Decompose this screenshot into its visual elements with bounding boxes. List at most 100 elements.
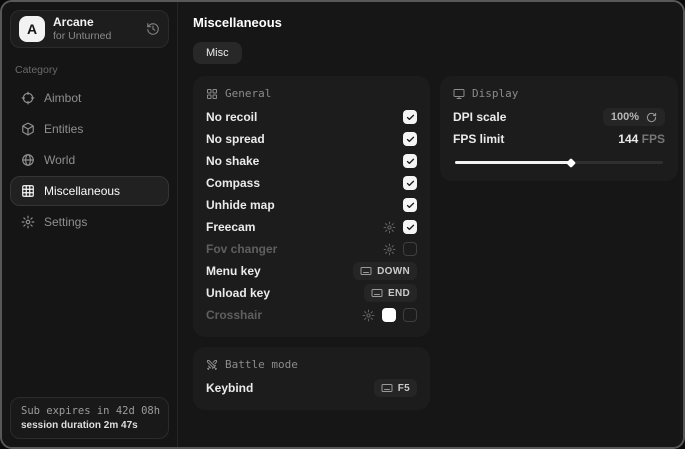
- sidebar-item-label: Aimbot: [44, 91, 81, 105]
- crosshair-icon: [21, 91, 35, 105]
- setting-row-fps-limit: FPS limit 144 FPS: [453, 128, 665, 150]
- unload-key-binding[interactable]: END: [364, 284, 417, 302]
- brand-card: A Arcane for Unturned: [10, 10, 169, 48]
- check-icon: [406, 113, 415, 122]
- layout-grid-icon: [206, 88, 218, 100]
- keyboard-icon: [381, 382, 393, 394]
- fps-slider-thumb[interactable]: [567, 158, 577, 168]
- setting-row-crosshair: Crosshair: [206, 304, 417, 326]
- setting-label: No shake: [206, 154, 259, 168]
- freecam-gear-icon[interactable]: [383, 221, 396, 234]
- display-card: Display DPI scale 100% FPS limit 144 FPS: [440, 76, 678, 181]
- key-label: END: [388, 288, 410, 299]
- menu-key-binding[interactable]: DOWN: [353, 262, 417, 280]
- sidebar-item-miscellaneous[interactable]: Miscellaneous: [10, 176, 169, 206]
- content-area: General No recoil No spread No shake: [193, 76, 678, 410]
- setting-row-no-spread: No spread: [206, 128, 417, 150]
- setting-label: Keybind: [206, 381, 253, 395]
- setting-label: Unhide map: [206, 198, 275, 212]
- category-label: Category: [15, 64, 164, 76]
- battle-mode-card: Battle mode Keybind F5: [193, 347, 430, 410]
- fps-limit-slider[interactable]: [455, 161, 663, 164]
- fps-number: 144: [618, 132, 638, 146]
- fov-changer-checkbox[interactable]: [403, 242, 417, 256]
- session-duration-text: session duration 2m 47s: [21, 420, 158, 431]
- sidebar-item-label: Entities: [44, 122, 83, 136]
- sidebar-nav: Aimbot Entities World Miscellaneous: [10, 83, 169, 237]
- check-icon: [406, 201, 415, 210]
- setting-row-no-recoil: No recoil: [206, 106, 417, 128]
- gear-icon: [21, 215, 35, 229]
- fov-changer-gear-icon[interactable]: [383, 243, 396, 256]
- reset-icon[interactable]: [646, 112, 657, 123]
- tab-bar: Misc: [193, 42, 678, 64]
- left-column: General No recoil No spread No shake: [193, 76, 430, 410]
- setting-label: No spread: [206, 132, 265, 146]
- setting-row-dpi-scale: DPI scale 100%: [453, 106, 665, 128]
- unhide-map-checkbox[interactable]: [403, 198, 417, 212]
- sidebar-item-world[interactable]: World: [10, 145, 169, 175]
- dpi-scale-value: 100%: [611, 111, 639, 123]
- display-card-header: Display: [453, 87, 665, 100]
- swords-icon: [206, 359, 218, 371]
- sidebar-item-label: Miscellaneous: [44, 184, 120, 198]
- no-spread-checkbox[interactable]: [403, 132, 417, 146]
- setting-row-menu-key: Menu key DOWN: [206, 260, 417, 282]
- setting-label: No recoil: [206, 110, 257, 124]
- monitor-icon: [453, 88, 465, 100]
- keyboard-icon: [371, 287, 383, 299]
- history-icon[interactable]: [146, 22, 160, 36]
- check-icon: [406, 135, 415, 144]
- setting-label: Menu key: [206, 264, 261, 278]
- setting-label: FPS limit: [453, 132, 504, 146]
- check-icon: [406, 223, 415, 232]
- right-column: Display DPI scale 100% FPS limit 144 FPS: [440, 76, 678, 181]
- no-shake-checkbox[interactable]: [403, 154, 417, 168]
- compass-checkbox[interactable]: [403, 176, 417, 190]
- sidebar-item-entities[interactable]: Entities: [10, 114, 169, 144]
- sidebar-item-label: World: [44, 153, 75, 167]
- tab-misc[interactable]: Misc: [193, 42, 242, 64]
- crosshair-gear-icon[interactable]: [362, 309, 375, 322]
- battle-mode-key-binding[interactable]: F5: [374, 379, 417, 397]
- crosshair-color-swatch[interactable]: [382, 308, 396, 322]
- setting-label: DPI scale: [453, 110, 506, 124]
- battle-mode-card-header: Battle mode: [206, 358, 417, 371]
- general-card-title: General: [225, 87, 271, 100]
- check-icon: [406, 157, 415, 166]
- key-label: DOWN: [377, 266, 410, 277]
- fps-unit: FPS: [642, 132, 665, 146]
- avatar: A: [19, 16, 45, 42]
- brand-text: Arcane for Unturned: [53, 16, 111, 42]
- grid-icon: [21, 184, 35, 198]
- setting-label: Compass: [206, 176, 260, 190]
- main-panel: Miscellaneous Misc General No recoil: [178, 2, 685, 447]
- setting-row-freecam: Freecam: [206, 216, 417, 238]
- display-card-title: Display: [472, 87, 518, 100]
- setting-label: Crosshair: [206, 308, 262, 322]
- fps-limit-value: 144 FPS: [618, 132, 665, 146]
- setting-row-unload-key: Unload key END: [206, 282, 417, 304]
- no-recoil-checkbox[interactable]: [403, 110, 417, 124]
- setting-row-compass: Compass: [206, 172, 417, 194]
- setting-row-fov-changer: Fov changer: [206, 238, 417, 260]
- sidebar: A Arcane for Unturned Category Aimbot: [2, 2, 178, 447]
- arcane-window: A Arcane for Unturned Category Aimbot: [0, 0, 685, 449]
- dpi-scale-value-box[interactable]: 100%: [603, 108, 665, 126]
- setting-row-no-shake: No shake: [206, 150, 417, 172]
- sub-expiry-text: Sub expires in 42d 08h: [21, 405, 158, 417]
- page-title: Miscellaneous: [193, 15, 678, 30]
- key-label: F5: [398, 383, 410, 394]
- globe-icon: [21, 153, 35, 167]
- setting-row-keybind: Keybind F5: [206, 377, 417, 399]
- sidebar-item-aimbot[interactable]: Aimbot: [10, 83, 169, 113]
- crosshair-checkbox[interactable]: [403, 308, 417, 322]
- check-icon: [406, 179, 415, 188]
- general-card: General No recoil No spread No shake: [193, 76, 430, 337]
- subscription-info: Sub expires in 42d 08h session duration …: [10, 397, 169, 439]
- setting-label: Fov changer: [206, 242, 277, 256]
- freecam-checkbox[interactable]: [403, 220, 417, 234]
- brand-subtitle: for Unturned: [53, 30, 111, 42]
- fps-slider-fill: [455, 161, 571, 164]
- sidebar-item-settings[interactable]: Settings: [10, 207, 169, 237]
